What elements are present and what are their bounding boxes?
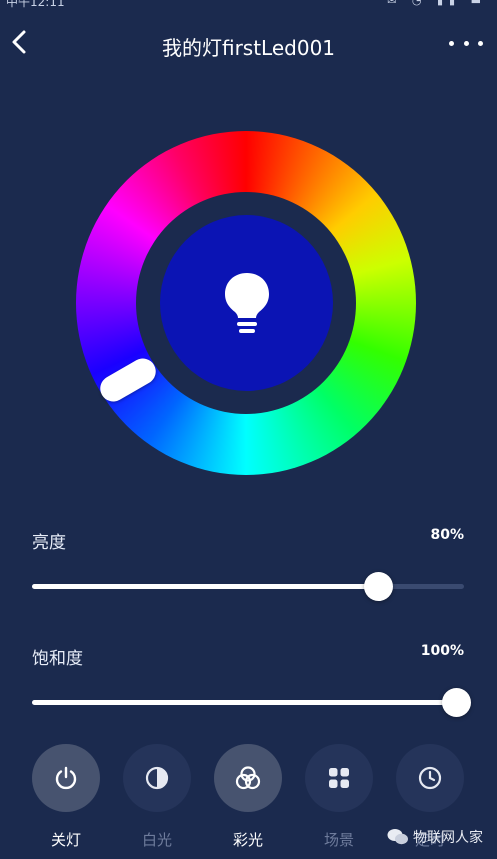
brightness-thumb[interactable] — [364, 572, 393, 601]
mode-circle — [214, 744, 282, 812]
status-icons: ✉ ◔ ▮▮ ▬ — [387, 0, 487, 7]
mode-circle — [305, 744, 373, 812]
page-title: 我的灯firstLed001 — [161, 36, 336, 60]
watermark-text: 物联网人家 — [413, 830, 483, 846]
mode-white-light[interactable]: 白光 — [122, 744, 192, 850]
saturation-value: 100% — [420, 643, 464, 659]
mode-power-off[interactable]: 关灯 — [31, 744, 101, 850]
mode-label: 场景 — [323, 831, 354, 849]
mode-label: 彩光 — [232, 831, 263, 849]
saturation-thumb[interactable] — [442, 688, 471, 717]
lightbulb-icon — [224, 273, 269, 333]
more-dot — [463, 40, 469, 46]
brightness-fill — [32, 584, 378, 589]
brightness-value: 80% — [430, 527, 464, 543]
more-dot — [478, 40, 483, 46]
wechat-icon — [387, 829, 408, 845]
saturation-slider[interactable] — [32, 688, 471, 717]
status-time: 中午12:11 — [6, 0, 65, 9]
mode-label: 白光 — [141, 831, 172, 849]
saturation-label: 饱和度 — [32, 649, 83, 669]
mode-circle — [123, 744, 191, 812]
more-options-button[interactable] — [449, 34, 483, 52]
mode-scene[interactable]: 场景 — [304, 744, 374, 850]
mode-circle — [32, 744, 100, 812]
half-circle-icon — [145, 766, 169, 790]
mode-circle — [396, 744, 464, 812]
saturation-fill — [32, 700, 464, 705]
clock-icon — [418, 766, 442, 790]
rgb-circles-icon — [235, 766, 261, 790]
grid-icon — [329, 768, 349, 788]
status-bar: 中午12:11 ✉ ◔ ▮▮ ▬ — [0, 0, 497, 9]
mode-label: 关灯 — [50, 831, 81, 849]
watermark: 物联网人家 — [387, 827, 483, 847]
power-icon — [55, 766, 77, 790]
header: 我的灯firstLed001 — [0, 20, 497, 70]
brightness-slider[interactable] — [32, 572, 464, 601]
brightness-label: 亮度 — [32, 533, 66, 553]
color-wheel[interactable] — [76, 131, 416, 475]
mode-color-light[interactable]: 彩光 — [213, 744, 283, 850]
more-dot — [449, 40, 454, 46]
selected-color-disc[interactable] — [160, 215, 333, 391]
